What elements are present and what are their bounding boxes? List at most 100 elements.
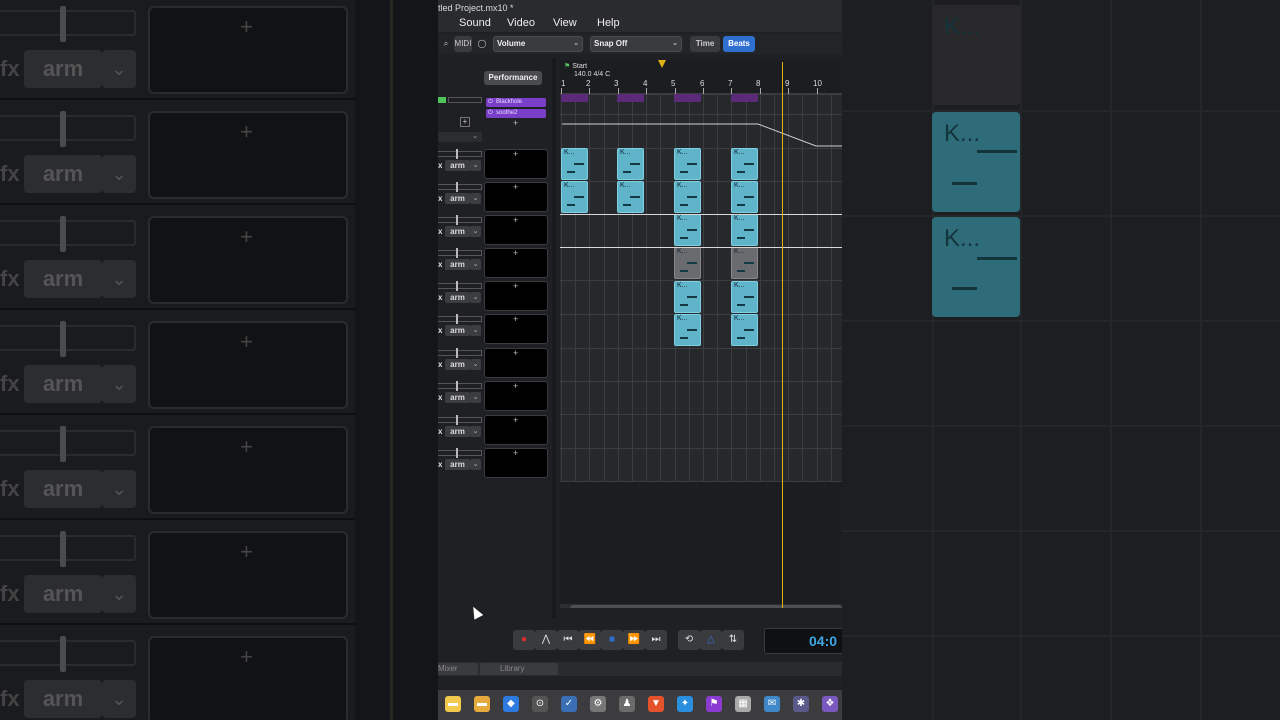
compass-icon[interactable]: ✦ (677, 696, 693, 712)
plugin-slot[interactable]: + (484, 381, 548, 411)
track-volume-fader[interactable] (438, 281, 482, 291)
midi-clip[interactable]: K... (731, 314, 758, 346)
plugin-soothe2[interactable]: ⏻ soothe2 (486, 109, 546, 118)
midi-clip[interactable]: K... (561, 148, 588, 180)
check-icon[interactable]: ✓ (561, 696, 577, 712)
chevron-down-icon[interactable]: ⌄ (470, 359, 481, 370)
add-plugin-icon[interactable]: + (513, 118, 518, 128)
track-volume-fader[interactable] (438, 215, 482, 225)
add-track-button[interactable]: + (460, 117, 470, 127)
midi-clip[interactable]: K... (731, 247, 758, 279)
record-button[interactable]: ● (513, 630, 535, 650)
chevron-down-icon[interactable]: ⌄ (470, 193, 481, 204)
metronome-button[interactable]: △ (700, 630, 722, 650)
fx-button[interactable]: x (438, 460, 442, 469)
track-row[interactable]: x arm ⌄ + (438, 215, 552, 248)
start-marker[interactable]: ⚑ Start (564, 62, 587, 70)
midi-clip[interactable]: K... (674, 214, 701, 246)
track-row[interactable]: x arm ⌄ + (438, 182, 552, 215)
arm-button[interactable]: arm (445, 292, 470, 303)
arm-button[interactable]: arm (445, 392, 470, 403)
fx-button[interactable]: x (438, 427, 442, 436)
scrollbar-thumb[interactable] (570, 605, 842, 608)
track-volume-fader[interactable] (438, 182, 482, 192)
time-button[interactable]: Time (690, 36, 720, 52)
rewind-button[interactable]: ⏪ (579, 630, 601, 650)
network-icon[interactable]: ✱ (793, 696, 809, 712)
chevron-down-icon[interactable]: ⌄ (470, 292, 481, 303)
track-volume-fader[interactable] (438, 381, 482, 391)
midi-clip[interactable]: K... (731, 181, 758, 213)
midi-button[interactable]: MIDI (454, 36, 472, 52)
automation-lane[interactable] (560, 110, 842, 210)
add-plugin-icon[interactable]: + (513, 314, 518, 324)
arm-button[interactable]: arm (445, 359, 470, 370)
track-row[interactable]: x arm ⌄ + (438, 448, 552, 481)
track-row[interactable]: x arm ⌄ + (438, 381, 552, 414)
arrangement-view[interactable]: ⚑ Start 140.0 4/4 C 1 2 3 4 5 6 7 8 9 10… (560, 60, 842, 608)
midi-clip[interactable]: K... (731, 148, 758, 180)
master-region[interactable] (674, 94, 701, 102)
master-region[interactable] (561, 94, 588, 102)
plugin-slot[interactable]: + (484, 448, 548, 478)
arm-button[interactable]: arm (445, 426, 470, 437)
folder-icon[interactable]: ▬ (474, 696, 490, 712)
add-plugin-icon[interactable]: + (513, 448, 518, 458)
add-plugin-icon[interactable]: + (513, 215, 518, 225)
image-icon[interactable]: ▦ (735, 696, 751, 712)
beats-button[interactable]: Beats (723, 36, 755, 52)
midi-clip[interactable]: K... (674, 314, 701, 346)
horizontal-scrollbar[interactable] (560, 604, 842, 608)
user-icon[interactable]: ♟ (619, 696, 635, 712)
arm-button[interactable]: arm (445, 459, 470, 470)
arm-button[interactable]: arm (445, 226, 470, 237)
skip-start-button[interactable]: ⏮ (557, 630, 579, 650)
arm-button[interactable]: arm (445, 259, 470, 270)
midi-clip[interactable]: K... (731, 281, 758, 313)
add-plugin-icon[interactable]: + (513, 348, 518, 358)
plugin-slot[interactable]: + (484, 182, 548, 212)
stop-button[interactable]: ■ (601, 630, 623, 650)
punch-button[interactable]: ⇅ (722, 630, 744, 650)
track-row[interactable]: x arm ⌄ + (438, 415, 552, 448)
playhead[interactable] (782, 62, 783, 608)
menu-help[interactable]: Help (597, 16, 620, 30)
fx-button[interactable]: x (438, 393, 442, 402)
track-volume-fader[interactable] (438, 415, 482, 425)
chevron-down-icon[interactable]: ⌄ (470, 426, 481, 437)
lock-icon[interactable]: ⊙ (532, 696, 548, 712)
snap-dropdown[interactable]: Snap Off ⌄ (590, 36, 682, 52)
flag-icon[interactable]: ⚑ (706, 696, 722, 712)
chevron-down-icon[interactable]: ⌄ (470, 259, 481, 270)
track-row[interactable]: x arm ⌄ + (438, 281, 552, 314)
plugin-slot[interactable]: + (484, 215, 548, 245)
chevron-down-icon[interactable]: ⌄ (470, 160, 481, 171)
track-volume-fader[interactable] (438, 448, 482, 458)
fast-forward-button[interactable]: ⏩ (623, 630, 645, 650)
arm-button[interactable]: arm (445, 160, 470, 171)
add-plugin-icon[interactable]: + (513, 182, 518, 192)
chevron-down-icon[interactable]: ⌄ (470, 459, 481, 470)
fx-button[interactable]: x (438, 360, 442, 369)
midi-clip[interactable]: K... (674, 181, 701, 213)
search-icon[interactable]: ⌕ (440, 36, 452, 52)
track-row[interactable]: x arm ⌄ + (438, 348, 552, 381)
midi-clip[interactable]: K... (674, 148, 701, 180)
automation-dropdown[interactable]: Volume ⌄ (493, 36, 583, 52)
app-icon[interactable]: ❖ (822, 696, 838, 712)
tab-library[interactable]: Library (480, 663, 558, 675)
fx-button[interactable]: x (438, 227, 442, 236)
skip-end-button[interactable]: ⏭ (645, 630, 667, 650)
midi-clip[interactable]: K... (617, 148, 644, 180)
fx-button[interactable]: x (438, 293, 442, 302)
fx-button[interactable]: x (438, 260, 442, 269)
add-plugin-icon[interactable]: + (513, 248, 518, 258)
master-fader[interactable] (438, 96, 482, 104)
mail-icon[interactable]: ✉ (764, 696, 780, 712)
panel-divider[interactable] (552, 58, 556, 618)
add-plugin-icon[interactable]: + (513, 281, 518, 291)
plugin-blackhole[interactable]: ⏻ Blackhole (486, 98, 546, 107)
add-plugin-icon[interactable]: + (513, 149, 518, 159)
midi-clip[interactable]: K... (731, 214, 758, 246)
shield-icon[interactable]: ◆ (503, 696, 519, 712)
